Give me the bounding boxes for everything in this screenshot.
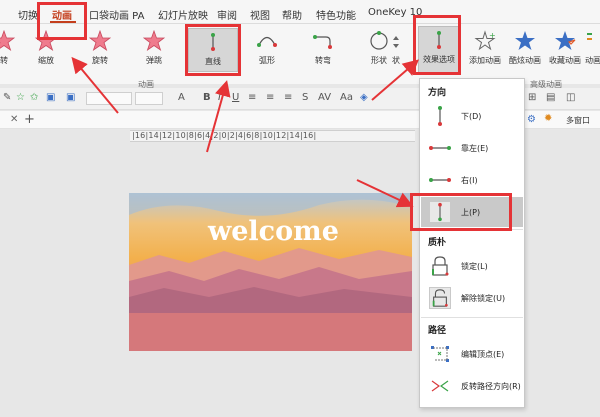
- text-box-icon[interactable]: ▣: [46, 92, 55, 103]
- blue-star-icon: [515, 31, 535, 50]
- gear-icon[interactable]: ✹: [544, 113, 552, 124]
- direction-down-item[interactable]: 下(D): [421, 101, 523, 131]
- arc-path-icon: [257, 36, 277, 47]
- reverse-path-icon: [431, 380, 449, 392]
- align-center-icon[interactable]: ≡: [266, 92, 274, 103]
- new-tab-plus-icon[interactable]: +: [24, 112, 35, 127]
- star-icon: [143, 30, 165, 52]
- italic-icon[interactable]: I: [218, 92, 221, 103]
- path-section-header: 路径: [428, 326, 447, 336]
- horizontal-ruler: |16|14|12|10|8|6|4|2|0|2|4|6|8|10|12|14|…: [130, 130, 415, 142]
- lock-item[interactable]: 锁定(L): [421, 251, 523, 281]
- font-color-icon[interactable]: A: [178, 92, 185, 103]
- turn-path-icon: [313, 35, 332, 49]
- highlight-animations-tab: [37, 2, 87, 40]
- add-animation-button[interactable]: + 添加动画: [465, 28, 505, 72]
- ribbon: 转 缩放 旋转 弹跳 直线 弧形 转弯 形状 状 效果选项 + 添加动画 酷炫动…: [0, 24, 600, 84]
- unlock-item[interactable]: 解除锁定(U): [421, 283, 523, 313]
- effect-options-dropdown: 方向 下(D) 靠左(E) 右(I) 上(P) 质朴 锁定(L) 解除锁定(U)…: [419, 78, 525, 408]
- text-frame-icon[interactable]: ▣: [66, 92, 75, 103]
- direction-right-item[interactable]: 右(I): [421, 165, 523, 195]
- underline-icon[interactable]: U: [232, 92, 239, 103]
- animation-gallery-more-button[interactable]: 状: [384, 28, 408, 72]
- edit-points-icon: [431, 346, 449, 362]
- font-name-combo[interactable]: [86, 92, 132, 105]
- star-icon: [89, 30, 111, 52]
- path-right-icon: [429, 178, 451, 182]
- reverse-path-item[interactable]: 反转路径方向(R): [421, 371, 523, 401]
- svg-text:+: +: [489, 31, 496, 40]
- favorite-star-icon: [555, 31, 576, 50]
- tab-slideshow[interactable]: 幻灯片放映: [158, 7, 208, 22]
- align-icon[interactable]: ≡: [248, 92, 256, 103]
- group-objects-icon[interactable]: ▤: [546, 92, 555, 103]
- align-right-icon[interactable]: ≡: [284, 92, 292, 103]
- bold-icon[interactable]: B: [203, 92, 211, 103]
- highlight-effect-options: [413, 15, 461, 75]
- animation-arc-button[interactable]: 弧形: [243, 28, 291, 72]
- lock-icon: [432, 256, 449, 276]
- settings-icon[interactable]: ⚙: [527, 114, 536, 125]
- gallery-scroll-icon: [393, 36, 399, 48]
- strikethrough-icon[interactable]: S: [302, 92, 308, 103]
- animation-turn-button[interactable]: 转弯: [299, 28, 347, 72]
- close-icon[interactable]: ✕: [10, 114, 18, 125]
- path-down-icon: [438, 106, 442, 126]
- unlock-icon: [429, 287, 451, 309]
- paint-icon[interactable]: ✎: [3, 92, 11, 103]
- direction-section-header: 方向: [428, 88, 447, 98]
- animation-pane-icon: [587, 33, 592, 40]
- shape-fill-icon[interactable]: ◈: [360, 92, 368, 103]
- tab-features[interactable]: 特色功能: [316, 7, 356, 22]
- animation-pane-button[interactable]: 动画: [578, 28, 600, 72]
- highlight-line-button: [185, 24, 241, 76]
- star-add-icon[interactable]: ☆: [16, 92, 25, 103]
- star-effect-icon[interactable]: ✩: [30, 92, 38, 103]
- tab-pocket-animation[interactable]: 口袋动画 PA: [89, 7, 144, 22]
- tab-review[interactable]: 审阅: [217, 7, 237, 22]
- align-objects-icon[interactable]: ⊞: [528, 92, 536, 103]
- lock-section-header: 质朴: [428, 238, 447, 248]
- tab-transitions[interactable]: 切换: [18, 7, 38, 22]
- slide-canvas[interactable]: welcome: [129, 193, 412, 351]
- add-star-icon: +: [474, 30, 496, 51]
- animation-bounce-button[interactable]: 弹跳: [130, 28, 178, 72]
- tab-help[interactable]: 帮助: [282, 7, 302, 22]
- cool-animation-button[interactable]: 酷炫动画: [505, 28, 545, 72]
- slide-title-text[interactable]: welcome: [208, 216, 339, 247]
- tab-view[interactable]: 视图: [250, 7, 270, 22]
- edit-points-item[interactable]: 编辑顶点(E): [421, 339, 523, 369]
- highlight-up-option: [410, 193, 512, 231]
- font-size-combo[interactable]: [135, 92, 163, 105]
- multi-window-button[interactable]: 多窗口: [566, 115, 590, 126]
- path-left-icon: [429, 146, 451, 150]
- char-spacing-icon[interactable]: AV: [318, 92, 331, 103]
- dropdown-divider: [421, 317, 523, 318]
- direction-left-item[interactable]: 靠左(E): [421, 133, 523, 163]
- star-icon: [0, 30, 15, 52]
- arrange-icon[interactable]: ◫: [566, 92, 575, 103]
- case-icon[interactable]: Aa: [340, 92, 353, 103]
- menu-bar: 切换 动画 口袋动画 PA 幻灯片放映 审阅 视图 帮助 特色功能 OneKey…: [0, 0, 600, 24]
